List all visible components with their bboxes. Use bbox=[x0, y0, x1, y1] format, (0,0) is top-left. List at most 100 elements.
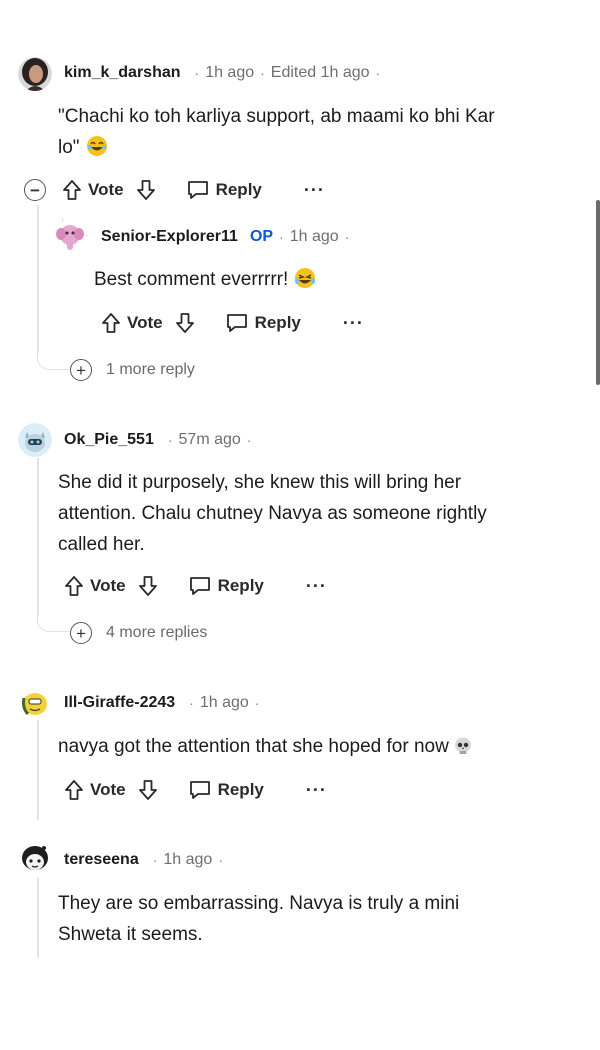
vote-label: Vote bbox=[88, 180, 124, 199]
reply-button[interactable]: Reply bbox=[225, 312, 301, 334]
username[interactable]: kim_k_darshan bbox=[64, 64, 181, 82]
separator-dot: · bbox=[167, 432, 173, 448]
downvote-button[interactable] bbox=[175, 312, 195, 334]
reply-label: Reply bbox=[217, 576, 264, 595]
upvote-button[interactable]: Vote bbox=[101, 312, 163, 334]
downvote-icon bbox=[136, 180, 155, 200]
downvote-button[interactable] bbox=[138, 779, 158, 801]
separator-dot: · bbox=[152, 852, 158, 868]
comment-line-text: lo" bbox=[58, 137, 80, 158]
avatar[interactable] bbox=[54, 221, 86, 253]
username[interactable]: Ok_Pie_551 bbox=[64, 431, 154, 449]
avatar[interactable] bbox=[18, 843, 52, 877]
avatar[interactable] bbox=[18, 686, 52, 720]
skull-emoji-icon bbox=[453, 735, 473, 766]
vote-label: Vote bbox=[90, 780, 126, 799]
comment-line: attention. Chalu chutney Navya as someon… bbox=[58, 503, 487, 524]
more-options-button[interactable]: ··· bbox=[304, 180, 325, 201]
thread-curve-more-2 bbox=[37, 614, 69, 632]
reply-button[interactable]: Reply bbox=[188, 779, 264, 801]
vote-label: Vote bbox=[127, 313, 163, 332]
comment-line: called her. bbox=[58, 534, 145, 555]
username[interactable]: Ill-Giraffe-2243 bbox=[64, 694, 175, 712]
reply-label: Reply bbox=[215, 180, 262, 199]
comment-meta: Ill-Giraffe-2243 · 1h ago · bbox=[64, 694, 265, 712]
thread-line-5 bbox=[37, 878, 39, 958]
more-replies-label: 1 more reply bbox=[106, 361, 195, 378]
comment-actions: Vote Reply ··· bbox=[64, 571, 327, 601]
more-replies-link[interactable]: + 1 more reply bbox=[70, 359, 195, 381]
comment-line-text: navya got the attention that she hoped f… bbox=[58, 736, 449, 757]
upvote-button[interactable]: Vote bbox=[64, 575, 126, 597]
downvote-icon bbox=[138, 576, 157, 596]
comment-meta: Senior-Explorer11 OP · 1h ago · bbox=[101, 228, 355, 246]
upvote-icon bbox=[63, 180, 81, 200]
comment-line: Shweta it seems. bbox=[58, 924, 203, 945]
comment-line: They are so embarrassing. Navya is truly… bbox=[58, 893, 460, 914]
upvote-button[interactable]: Vote bbox=[64, 779, 126, 801]
more-options-button[interactable]: ··· bbox=[306, 780, 327, 801]
expand-icon: + bbox=[70, 622, 92, 644]
comment-text: navya got the attention that she hoped f… bbox=[58, 731, 578, 766]
separator-dot: · bbox=[375, 65, 381, 81]
separator-dot: · bbox=[254, 695, 260, 711]
comment-line: "Chachi ko toh karliya support, ab maami… bbox=[58, 106, 495, 127]
vote-label: Vote bbox=[90, 576, 126, 595]
downvote-button[interactable] bbox=[138, 575, 158, 597]
downvote-icon bbox=[175, 313, 194, 333]
thread-curve-more-1 bbox=[37, 352, 69, 370]
timestamp: 1h ago bbox=[289, 228, 339, 245]
upvote-button[interactable]: Vote bbox=[62, 179, 124, 201]
separator-dot: · bbox=[218, 852, 223, 868]
more-replies-label: 4 more replies bbox=[106, 624, 208, 641]
upvote-icon bbox=[65, 576, 83, 596]
girl-dark-hair-avatar-icon bbox=[18, 57, 52, 91]
separator-dot: · bbox=[189, 695, 194, 711]
avatar[interactable] bbox=[18, 423, 52, 457]
upvote-icon bbox=[102, 313, 120, 333]
timestamp: 1h ago bbox=[205, 64, 255, 81]
comment-actions: Vote Reply ··· bbox=[64, 775, 327, 805]
downvote-icon bbox=[138, 780, 157, 800]
comment-meta: tereseena · 1h ago · bbox=[64, 851, 229, 869]
reply-icon bbox=[189, 781, 210, 799]
more-replies-link[interactable]: + 4 more replies bbox=[70, 622, 207, 644]
comment-line-text: Best comment everrrrr! bbox=[94, 269, 289, 290]
timestamp: 1h ago bbox=[199, 694, 249, 711]
downvote-button[interactable] bbox=[136, 179, 156, 201]
thread-line-1 bbox=[37, 205, 39, 353]
edited-label: Edited 1h ago bbox=[270, 64, 370, 81]
separator-dot: · bbox=[344, 229, 350, 245]
timestamp: 57m ago bbox=[178, 431, 241, 448]
crying-laughing-emoji-icon bbox=[294, 267, 316, 299]
upvote-icon bbox=[65, 780, 83, 800]
thread-line-2 bbox=[37, 458, 39, 615]
reply-icon bbox=[189, 577, 210, 595]
collapse-button[interactable]: − bbox=[24, 179, 46, 201]
reply-label: Reply bbox=[254, 313, 301, 332]
username[interactable]: tereseena bbox=[64, 851, 139, 869]
comment-text: "Chachi ko toh karliya support, ab maami… bbox=[58, 101, 578, 167]
yellow-snoo-avatar-icon bbox=[18, 686, 52, 720]
comment-meta: kim_k_darshan · 1h ago · Edited 1h ago · bbox=[64, 64, 386, 82]
comment-text: She did it purposely, she knew this will… bbox=[58, 467, 578, 560]
reply-icon bbox=[187, 181, 208, 199]
reply-button[interactable]: Reply bbox=[188, 575, 264, 597]
scrollbar[interactable] bbox=[596, 200, 600, 385]
reply-icon bbox=[226, 314, 247, 332]
comment-text: Best comment everrrrr! bbox=[94, 264, 574, 299]
robot-cat-avatar-icon bbox=[18, 423, 52, 457]
username[interactable]: Senior-Explorer11 bbox=[101, 228, 238, 246]
timestamp: 1h ago bbox=[163, 851, 213, 868]
laughing-emoji-icon bbox=[86, 135, 108, 167]
expand-icon: + bbox=[70, 359, 92, 381]
comment-text: They are so embarrassing. Navya is truly… bbox=[58, 888, 578, 950]
more-options-button[interactable]: ··· bbox=[306, 576, 327, 597]
comment-line: lo" bbox=[58, 132, 578, 167]
more-options-button[interactable]: ··· bbox=[343, 313, 364, 334]
comment-actions: Vote Reply ··· bbox=[101, 308, 364, 338]
separator-dot: · bbox=[279, 229, 284, 245]
avatar[interactable] bbox=[18, 57, 52, 91]
reply-button[interactable]: Reply bbox=[186, 179, 262, 201]
comment-line: She did it purposely, she knew this will… bbox=[58, 472, 462, 493]
